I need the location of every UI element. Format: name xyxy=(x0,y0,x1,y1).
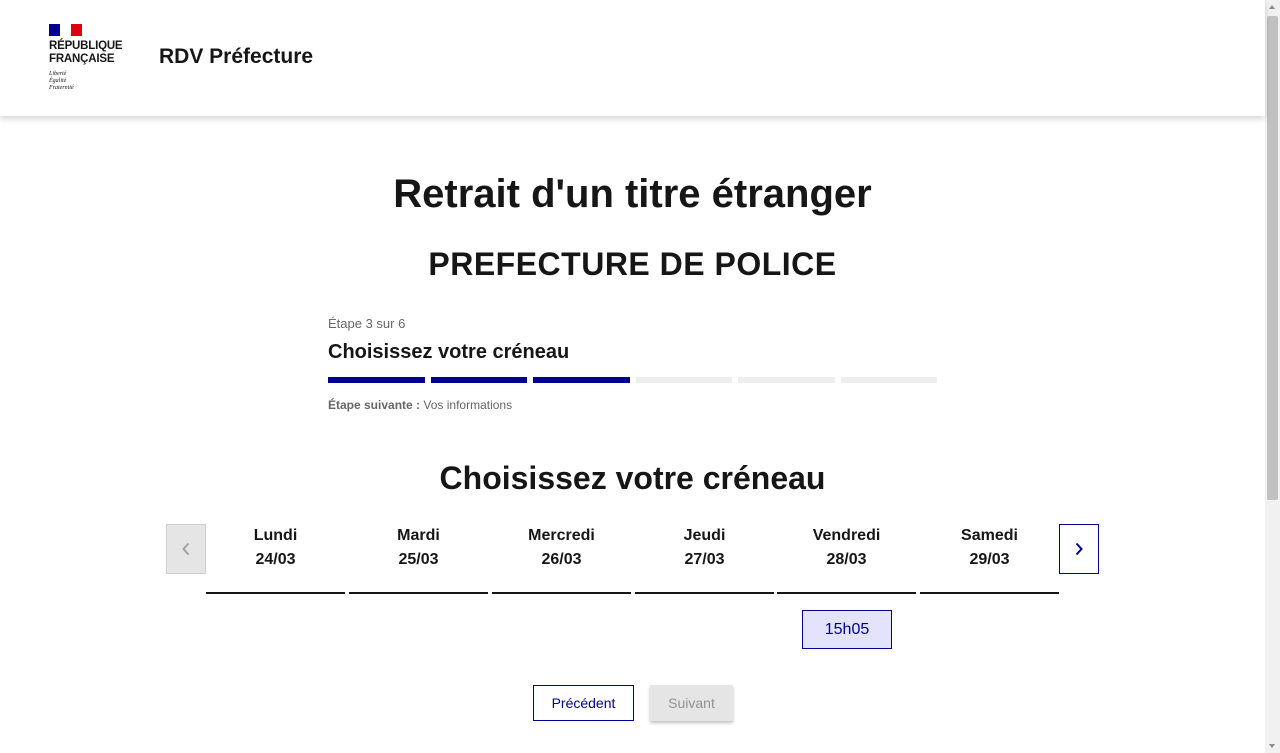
prefecture-name: PREFECTURE DE POLICE xyxy=(428,246,837,282)
vertical-scrollbar[interactable] xyxy=(1265,0,1280,753)
step-progress-bars xyxy=(328,377,938,383)
scroll-down-icon[interactable] xyxy=(1269,744,1275,748)
day-date: 24/03 xyxy=(255,551,296,568)
next-step-info: Étape suivante : Vos informations xyxy=(328,398,938,412)
next-week-button[interactable] xyxy=(1059,524,1099,574)
day-name: Mercredi xyxy=(528,527,595,544)
page-title: Retrait d'un titre étranger xyxy=(393,172,872,216)
day-name: Samedi xyxy=(961,527,1018,544)
day-column-mercredi: Mercredi 26/03 xyxy=(492,524,631,594)
day-name: Jeudi xyxy=(683,527,726,544)
motto-fraternite: Fraternité xyxy=(49,85,74,91)
day-name: Mardi xyxy=(397,527,440,544)
day-name: Lundi xyxy=(253,527,298,544)
scroll-thumb[interactable] xyxy=(1267,16,1278,500)
time-slot-button[interactable]: 15h05 xyxy=(802,610,892,649)
day-column-jeudi: Jeudi 27/03 xyxy=(635,524,774,594)
step-state: Étape 3 sur 6 xyxy=(328,316,406,331)
stepper: Étape 3 sur 6 Choisissez votre créneau É… xyxy=(328,316,938,412)
day-column-mardi: Mardi 25/03 xyxy=(349,524,488,594)
day-date: 27/03 xyxy=(684,551,725,568)
day-date: 26/03 xyxy=(541,551,582,568)
step-title: Choisissez votre créneau xyxy=(328,341,570,363)
next-step-label: Étape suivante : xyxy=(328,398,421,412)
step-bar-3 xyxy=(533,377,630,383)
step-bar-4 xyxy=(635,377,732,383)
day-name: Vendredi xyxy=(812,527,881,544)
chevron-right-icon xyxy=(1075,542,1083,556)
day-date: 25/03 xyxy=(398,551,439,568)
scroll-up-icon[interactable] xyxy=(1269,5,1275,9)
service-title[interactable]: RDV Préfecture xyxy=(159,45,313,69)
logo-motto: Liberté Égalité Fraternité xyxy=(49,71,139,92)
motto-egalite: Égalité xyxy=(49,78,67,84)
step-bar-2 xyxy=(430,377,527,383)
chevron-left-icon xyxy=(182,542,190,556)
previous-button[interactable]: Précédent xyxy=(533,685,634,721)
day-column-vendredi: Vendredi 28/03 xyxy=(777,524,916,594)
day-date: 29/03 xyxy=(969,551,1010,568)
logo-line-2: FRANÇAISE xyxy=(49,53,115,65)
step-bar-6 xyxy=(840,377,937,383)
day-column-lundi: Lundi 24/03 xyxy=(206,524,345,594)
day-date: 28/03 xyxy=(826,551,867,568)
step-bar-5 xyxy=(738,377,835,383)
motto-liberte: Liberté xyxy=(49,71,67,77)
calendar-title: Choisissez votre créneau xyxy=(439,460,826,496)
logo-text: RÉPUBLIQUE FRANÇAISE xyxy=(49,40,139,66)
next-button[interactable]: Suivant xyxy=(650,685,733,721)
republique-francaise-logo[interactable]: RÉPUBLIQUE FRANÇAISE Liberté Égalité Fra… xyxy=(49,24,139,92)
previous-week-button[interactable] xyxy=(166,524,206,574)
next-step-value: Vos informations xyxy=(423,398,513,412)
calendar-days: Lundi 24/03 Mardi 25/03 Mercredi 26/03 J… xyxy=(206,524,1059,594)
french-flag-icon xyxy=(49,24,82,36)
day-column-samedi: Samedi 29/03 xyxy=(920,524,1059,594)
logo-line-1: RÉPUBLIQUE xyxy=(49,40,123,52)
site-header: RÉPUBLIQUE FRANÇAISE Liberté Égalité Fra… xyxy=(0,0,1265,116)
step-bar-1 xyxy=(328,377,425,383)
